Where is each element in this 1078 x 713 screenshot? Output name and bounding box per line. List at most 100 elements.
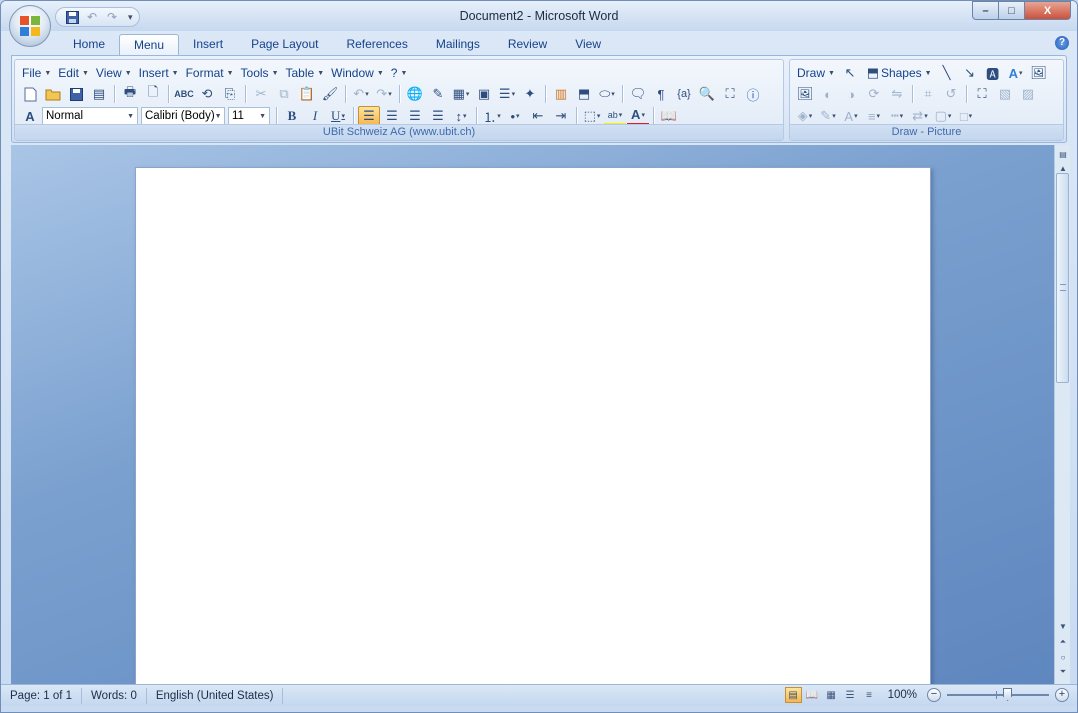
help-icon[interactable]: ? [1055, 36, 1069, 50]
select-objects-icon[interactable]: ↖ [839, 63, 861, 83]
close-button[interactable]: X [1025, 1, 1071, 20]
cut-icon[interactable]: ✂ [250, 84, 272, 104]
line-style-icon[interactable]: ≡ [863, 106, 885, 126]
line-spacing-icon[interactable]: ↕ [450, 106, 472, 126]
insert-picture-icon[interactable]: 🖼 [1028, 63, 1050, 83]
web-layout-icon[interactable]: ▦ [823, 687, 840, 703]
translate-icon[interactable]: ⎘ [219, 84, 241, 104]
paste-icon[interactable]: 📋 [296, 84, 318, 104]
menu-file[interactable]: File ▼ [19, 66, 54, 80]
style-select[interactable]: Normal ▼ [42, 107, 138, 125]
draw-menu[interactable]: Draw ▼ [794, 66, 838, 80]
redo-icon[interactable]: ↷ [104, 9, 120, 25]
columns-icon[interactable]: ☰ [496, 84, 518, 104]
zoom-in-button[interactable]: + [1055, 688, 1069, 702]
styles-icon[interactable]: A [19, 106, 41, 126]
research-icon[interactable]: ⟲ [196, 84, 218, 104]
numbering-icon[interactable]: ⒈ [481, 106, 503, 126]
tab-menu[interactable]: Menu [119, 34, 180, 56]
reading-mode-icon[interactable]: 📖 [658, 106, 680, 126]
open-folder-icon[interactable] [42, 84, 64, 104]
bold-button[interactable]: B [281, 106, 303, 126]
compress-icon[interactable]: ⛶ [971, 84, 993, 104]
print-icon[interactable]: 🖶 [119, 84, 141, 104]
outline-view-icon[interactable]: ☰ [842, 687, 859, 703]
new-document-icon[interactable] [19, 84, 41, 104]
tab-home[interactable]: Home [59, 34, 119, 56]
font-color-icon[interactable]: A [627, 106, 649, 126]
zoom-level[interactable]: 100% [880, 689, 925, 701]
shadow-icon[interactable]: ▢ [932, 106, 954, 126]
help-small-icon[interactable]: ⓘ [742, 84, 764, 104]
fill-color-icon[interactable]: ◈ [794, 106, 816, 126]
scroll-thumb[interactable] [1056, 173, 1069, 383]
draft-view-icon[interactable]: ≡ [861, 687, 878, 703]
font-select[interactable]: Calibri (Body) ▼ [141, 107, 225, 125]
shapes-menu[interactable]: ⬒ Shapes ▼ [862, 63, 935, 83]
spelling-icon[interactable]: ABC [173, 84, 195, 104]
tab-page-layout[interactable]: Page Layout [237, 34, 332, 56]
scroll-down-icon[interactable]: ▼ [1056, 619, 1070, 633]
justify-icon[interactable]: ☰ [427, 106, 449, 126]
pilcrow-icon[interactable]: ¶ [650, 84, 672, 104]
insert-excel-icon[interactable]: ▣ [473, 84, 495, 104]
tab-references[interactable]: References [332, 34, 421, 56]
maximize-button[interactable]: □ [999, 1, 1025, 20]
comment-icon[interactable]: 🗨 [627, 84, 649, 104]
contrast-icon[interactable]: ◐ [817, 84, 839, 104]
minimize-button[interactable]: – [972, 1, 999, 20]
line-color-icon[interactable]: ✎ [817, 106, 839, 126]
save-icon[interactable] [65, 84, 87, 104]
highlight-icon[interactable]: ab [604, 106, 626, 126]
hyperlink-icon[interactable]: 🌐 [404, 84, 426, 104]
smartart-icon[interactable]: ⬒ [573, 84, 595, 104]
drawing-icon[interactable]: ✦ [519, 84, 541, 104]
undo-icon[interactable]: ↶ [350, 84, 372, 104]
wordart-icon[interactable]: A [1005, 63, 1027, 83]
crop-icon[interactable]: ⌗ [917, 84, 939, 104]
increase-indent-icon[interactable]: ⇥ [550, 106, 572, 126]
print-layout-view-icon[interactable]: ▤ [784, 687, 802, 703]
document-page[interactable] [135, 167, 931, 684]
next-page-icon[interactable]: ⏷ [1056, 665, 1070, 679]
rotate-icon[interactable]: ⟳ [863, 84, 885, 104]
menu-tools[interactable]: Tools ▼ [238, 66, 282, 80]
zoom-out-button[interactable]: − [927, 688, 941, 702]
line-icon[interactable]: ╲ [936, 63, 958, 83]
textbox-icon[interactable]: 🅰 [982, 63, 1004, 83]
menu-format[interactable]: Format ▼ [183, 66, 237, 80]
arrow-icon[interactable]: ↘ [959, 63, 981, 83]
previous-page-icon[interactable]: ⏶ [1056, 635, 1070, 649]
chart-icon[interactable]: ▥ [550, 84, 572, 104]
flip-icon[interactable]: ⇋ [886, 84, 908, 104]
3d-icon[interactable]: □ [955, 106, 977, 126]
field-code-icon[interactable]: {a} [673, 84, 695, 104]
permission-icon[interactable]: ▤ [88, 84, 110, 104]
font-size-select[interactable]: 11 ▼ [228, 107, 270, 125]
bullets-icon[interactable]: • [504, 106, 526, 126]
menu-table[interactable]: Table ▼ [283, 66, 328, 80]
tab-mailings[interactable]: Mailings [422, 34, 494, 56]
align-left-icon[interactable]: ☰ [358, 106, 380, 126]
full-screen-icon[interactable]: ⛶ [719, 84, 741, 104]
tab-view[interactable]: View [561, 34, 615, 56]
language-indicator[interactable]: English (United States) [147, 687, 284, 704]
customize-qat-icon[interactable]: ▾ [128, 12, 133, 23]
undo-icon[interactable]: ↶ [84, 9, 100, 25]
brightness-icon[interactable]: ◑ [840, 84, 862, 104]
copy-icon[interactable]: ⧉ [273, 84, 295, 104]
full-screen-reading-icon[interactable]: 📖 [804, 687, 821, 703]
office-button[interactable] [9, 5, 51, 47]
redo-icon[interactable]: ↷ [373, 84, 395, 104]
browse-object-icon[interactable]: ○ [1056, 650, 1070, 664]
text-color-icon[interactable]: A [840, 106, 862, 126]
zoom-icon[interactable]: 🔍 [696, 84, 718, 104]
vertical-scrollbar[interactable]: ▤ ▲ ▼ ⏶ ○ ⏷ [1054, 145, 1070, 684]
reset-picture-icon[interactable]: ↺ [940, 84, 962, 104]
decrease-indent-icon[interactable]: ⇤ [527, 106, 549, 126]
tab-insert[interactable]: Insert [179, 34, 237, 56]
picture-icon[interactable]: 🖼 [794, 84, 816, 104]
menu-window[interactable]: Window ▼ [328, 66, 387, 80]
align-right-icon[interactable]: ☰ [404, 106, 426, 126]
page-count[interactable]: Page: 1 of 1 [1, 687, 83, 704]
